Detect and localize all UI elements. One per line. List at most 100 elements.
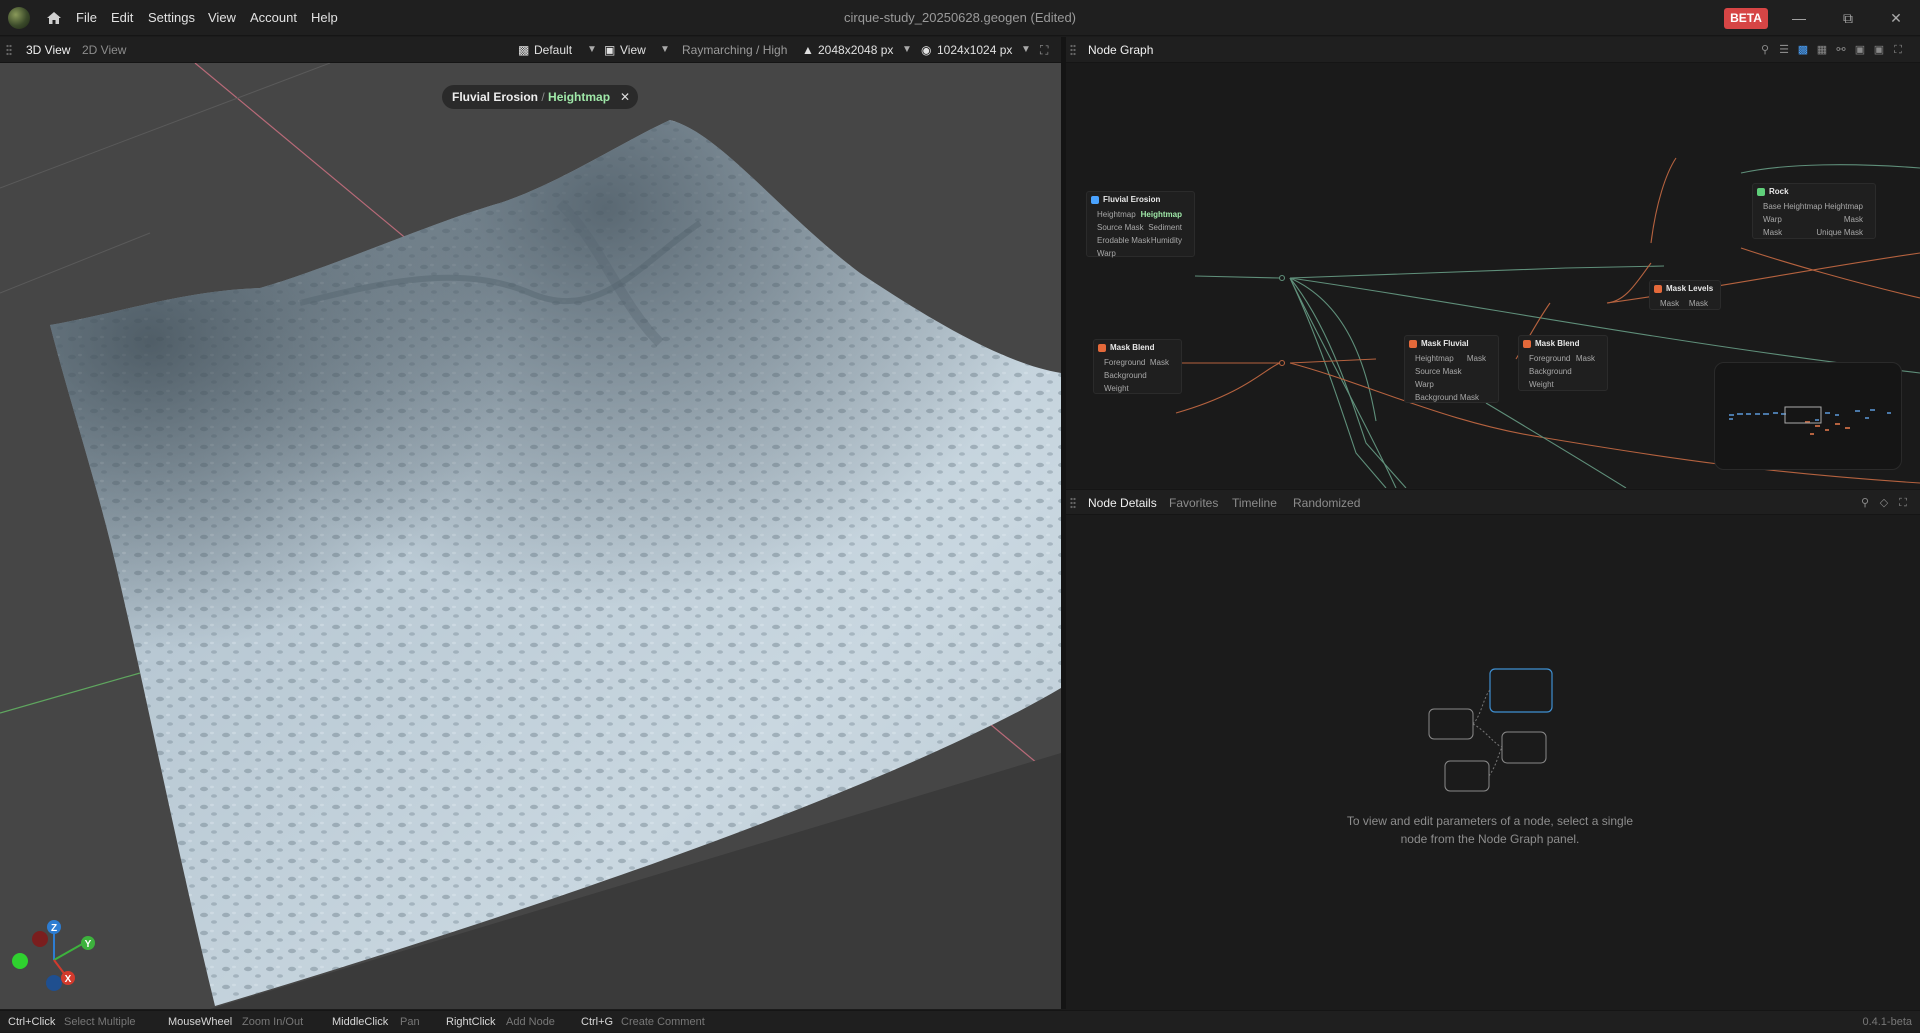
menu-settings[interactable]: Settings: [148, 0, 195, 36]
input-port[interactable]: Background: [1104, 371, 1147, 380]
node-fluvial-erosion[interactable]: Fluvial Erosion Heightmap Heightmap Sourc…: [1086, 191, 1195, 258]
view-select[interactable]: View: [620, 37, 646, 63]
hint-line: node from the Node Graph panel.: [1400, 832, 1580, 846]
grid-line: [0, 232, 151, 294]
menu-edit[interactable]: Edit: [111, 0, 133, 36]
3d-viewport[interactable]: Z Y X: [0, 63, 1061, 1009]
input-port[interactable]: Mask: [1660, 299, 1679, 308]
restore-icon[interactable]: ⧉: [1836, 6, 1860, 30]
chevron-down-icon[interactable]: ▼: [587, 37, 597, 63]
render-mode-label[interactable]: Raymarching / High: [682, 37, 787, 63]
graph-minimap[interactable]: [1714, 362, 1902, 470]
output-port[interactable]: Heightmap: [1824, 200, 1863, 213]
node-mask-fluvial[interactable]: Mask Fluvial Heightmap Mask Source Mask W…: [1404, 335, 1499, 403]
chevron-down-icon[interactable]: ▼: [1021, 37, 1031, 63]
status-bar: Ctrl+Click Select Multiple MouseWheel Zo…: [0, 1010, 1920, 1032]
chevron-down-icon[interactable]: ▼: [902, 37, 912, 63]
output-port[interactable]: Humidity: [1151, 234, 1182, 247]
close-icon[interactable]: ✕: [1884, 6, 1908, 30]
input-port[interactable]: Weight: [1104, 384, 1129, 393]
chevron-down-icon[interactable]: ▼: [660, 37, 670, 63]
grid-axis-line: [0, 672, 141, 714]
tab-2d-view[interactable]: 2D View: [82, 37, 126, 63]
tab-randomized[interactable]: Randomized: [1293, 490, 1360, 516]
menu-file[interactable]: File: [76, 0, 97, 36]
output-port[interactable]: Mask: [1467, 352, 1486, 365]
input-port[interactable]: Background: [1529, 367, 1572, 376]
grid-icon[interactable]: ▦: [1815, 43, 1829, 57]
output-port[interactable]: Mask: [1844, 213, 1863, 226]
menu-account[interactable]: Account: [250, 0, 297, 36]
output-port[interactable]: Unique Mask: [1816, 226, 1863, 239]
shortcut-key: Ctrl+Click: [8, 1016, 56, 1028]
fullscreen-icon[interactable]: ⛶: [1896, 496, 1910, 510]
fullscreen-icon[interactable]: ⛶: [1891, 43, 1905, 57]
panel-grip-icon[interactable]: [6, 44, 12, 56]
input-port[interactable]: Foreground: [1529, 354, 1570, 363]
erosion-icon: [1091, 196, 1099, 204]
input-port[interactable]: Warp: [1097, 249, 1116, 258]
empty-state-hint: To view and edit parameters of a node, s…: [1330, 812, 1650, 848]
output-port[interactable]: Sediment: [1148, 221, 1182, 234]
fit-view-icon[interactable]: ▣: [1853, 43, 1867, 57]
frame-icon[interactable]: ▣: [1872, 43, 1886, 57]
fullscreen-icon[interactable]: ⛶: [1040, 37, 1048, 63]
grid-line: [0, 63, 331, 189]
search-icon[interactable]: ⚲: [1858, 496, 1872, 510]
preset-select[interactable]: Default: [534, 37, 572, 63]
link-icon[interactable]: ⚯: [1834, 43, 1848, 57]
list-icon[interactable]: ☰: [1777, 43, 1791, 57]
node-title: Mask Blend: [1110, 343, 1155, 352]
node-title: Fluvial Erosion: [1103, 195, 1161, 204]
tab-node-details[interactable]: Node Details: [1088, 490, 1157, 516]
input-port[interactable]: Foreground: [1104, 358, 1145, 367]
search-icon[interactable]: ⚲: [1758, 43, 1772, 57]
panel-grip-icon[interactable]: [1070, 497, 1076, 509]
menu-view[interactable]: View: [208, 0, 236, 36]
layout-icon[interactable]: ▩: [1796, 43, 1810, 57]
axis-z-label: Z: [51, 923, 57, 934]
node-mask-blend[interactable]: Mask Blend Foreground Mask Background Wei…: [1093, 339, 1182, 394]
hint-line: To view and edit parameters of a node, s…: [1346, 814, 1634, 828]
node-rock[interactable]: Rock Base Heightmap Heightmap Warp Mask Ma…: [1752, 183, 1876, 239]
input-port[interactable]: Mask: [1763, 228, 1782, 237]
version-label: 0.4.1-beta: [1862, 1016, 1912, 1028]
shortcut-desc: Create Comment: [621, 1016, 705, 1028]
menu-help[interactable]: Help: [311, 0, 338, 36]
input-port[interactable]: Source Mask: [1415, 367, 1462, 376]
input-port[interactable]: Erodable Mask: [1097, 236, 1150, 245]
minimize-icon[interactable]: —: [1787, 6, 1811, 30]
output-port[interactable]: Mask: [1576, 352, 1595, 365]
active-output-chip[interactable]: Fluvial Erosion / Heightmap ✕: [442, 85, 639, 109]
input-port[interactable]: Background Mask: [1415, 393, 1479, 402]
input-port[interactable]: Heightmap: [1097, 210, 1136, 219]
tab-3d-view[interactable]: 3D View: [26, 37, 70, 63]
diamond-icon[interactable]: ◇: [1877, 496, 1891, 510]
input-port[interactable]: Source Mask: [1097, 223, 1144, 232]
tab-favorites[interactable]: Favorites: [1169, 490, 1218, 516]
chip-output-name: Heightmap: [548, 90, 611, 104]
input-port[interactable]: Heightmap: [1415, 354, 1454, 363]
home-icon[interactable]: [45, 9, 63, 27]
resolution-select[interactable]: 2048x2048 px: [818, 37, 893, 63]
shortcut-key: MouseWheel: [168, 1016, 233, 1028]
close-icon[interactable]: ✕: [620, 85, 630, 109]
node-mask-levels[interactable]: Mask Levels Mask Mask: [1649, 280, 1721, 310]
chip-node-name: Fluvial Erosion: [452, 90, 539, 104]
node-mask-blend[interactable]: Mask Blend Foreground Mask Background Wei…: [1518, 335, 1608, 391]
input-port[interactable]: Base Heightmap: [1763, 202, 1822, 211]
tab-timeline[interactable]: Timeline: [1232, 490, 1277, 516]
output-port[interactable]: Heightmap: [1141, 208, 1182, 221]
input-port[interactable]: Warp: [1415, 380, 1434, 389]
panel-splitter[interactable]: [1061, 37, 1066, 1009]
node-title: Rock: [1769, 187, 1789, 196]
panel-grip-icon[interactable]: [1070, 44, 1076, 56]
preview-resolution-select[interactable]: 1024x1024 px: [937, 37, 1012, 63]
output-port[interactable]: Mask: [1150, 356, 1169, 369]
input-port[interactable]: Weight: [1529, 380, 1554, 389]
viewport-toolbar: 3D View 2D View ▩ Default ▼ ▣ View ▼ Ray…: [0, 37, 1061, 63]
axis-x-label: X: [65, 974, 72, 985]
edited-indicator: (Edited): [1030, 10, 1077, 25]
output-port[interactable]: Mask: [1689, 297, 1708, 310]
input-port[interactable]: Warp: [1763, 215, 1782, 224]
